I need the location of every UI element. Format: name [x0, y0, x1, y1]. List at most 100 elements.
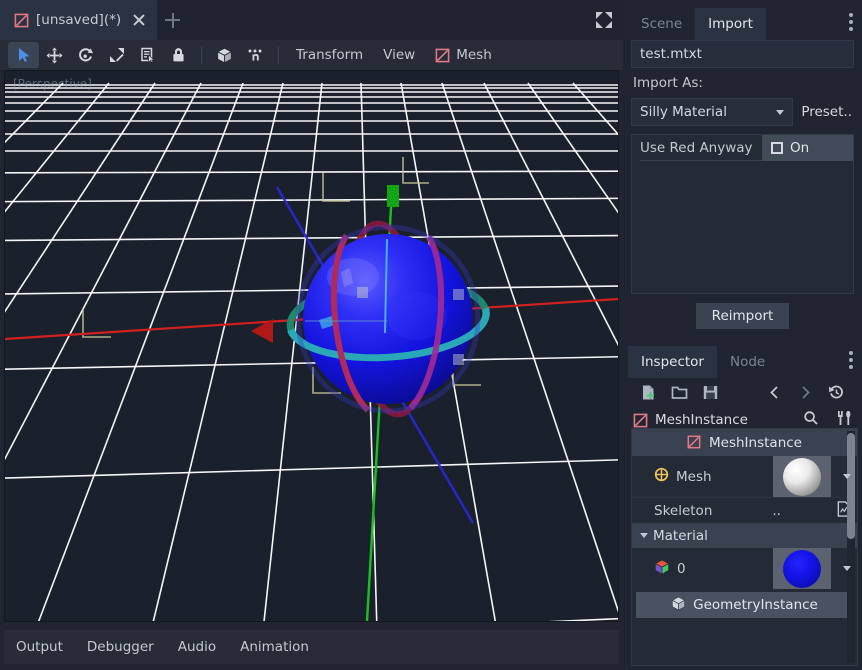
- tab-inspector[interactable]: Inspector: [628, 346, 717, 378]
- list-select-button[interactable]: [132, 42, 163, 68]
- mesh-resource-icon: [654, 467, 669, 486]
- viewport-perspective-label: [Perspective]: [13, 77, 92, 91]
- importer-dropdown[interactable]: Silly Material: [631, 98, 793, 126]
- chevron-down-icon: [640, 533, 648, 538]
- bottom-panel-bar: Output Debugger Audio Animation: [4, 630, 619, 664]
- importer-row: Silly Material Preset..: [631, 98, 854, 126]
- inspector-category-label: MeshInstance: [709, 435, 802, 451]
- tab-import-label: Import: [708, 16, 753, 32]
- animation-panel-button[interactable]: Animation: [240, 639, 309, 655]
- save-icon[interactable]: [695, 380, 726, 404]
- rotate-mode-button[interactable]: [70, 42, 101, 68]
- more-options-icon[interactable]: [849, 13, 853, 34]
- reimport-row: Reimport: [631, 303, 854, 329]
- history-icon[interactable]: [821, 380, 852, 404]
- material-section-header[interactable]: Material: [632, 523, 857, 548]
- cube-icon: [671, 596, 686, 615]
- mesh-node-icon: [687, 435, 702, 450]
- mesh-property-row: Mesh: [632, 456, 857, 497]
- material-preview[interactable]: [773, 548, 831, 589]
- import-file-name-field[interactable]: test.mtxt: [631, 40, 854, 68]
- close-icon[interactable]: [131, 12, 147, 28]
- chevron-left-icon[interactable]: [759, 380, 790, 404]
- search-icon[interactable]: [803, 410, 819, 430]
- import-file-name: test.mtxt: [640, 46, 702, 62]
- plus-icon[interactable]: [157, 0, 187, 40]
- inspector-property-list: MeshInstance Mesh: [631, 428, 858, 666]
- blue-sphere-preview: [783, 550, 821, 588]
- mesh-node-icon: [14, 13, 29, 28]
- new-file-icon[interactable]: [633, 380, 664, 404]
- right-dock: Scene Import test.mtxt Import As: Silly …: [623, 0, 862, 670]
- material-slot-menu-button[interactable]: [831, 566, 857, 571]
- geometry-instance-category-header: GeometryInstance: [636, 592, 853, 618]
- skeleton-property-row: Skeleton ..: [632, 497, 857, 523]
- cube-icon[interactable]: [209, 42, 240, 68]
- fullscreen-icon[interactable]: [595, 11, 613, 29]
- 3d-viewport[interactable]: [Perspective]: [4, 70, 619, 622]
- scene-tab-label: [unsaved](*): [36, 12, 121, 28]
- inspector-toolbar: [623, 378, 862, 406]
- chevron-down-icon: [776, 110, 784, 115]
- import-as-label: Import As:: [633, 75, 854, 91]
- chevron-right-icon[interactable]: [790, 380, 821, 404]
- inspector-object-name: MeshInstance: [655, 412, 796, 428]
- material-section-label: Material: [653, 528, 708, 544]
- material-slot-row: 0: [632, 548, 857, 589]
- editor-main-area: [unsaved](*): [0, 0, 623, 670]
- spatial-editor-toolbar: Transform View Mesh: [0, 40, 623, 70]
- material-icon: [654, 559, 670, 579]
- import-panel: test.mtxt Import As: Silly Material Pres…: [631, 40, 854, 329]
- scene-tab-bar: [unsaved](*): [0, 0, 623, 40]
- output-panel-button[interactable]: Output: [16, 639, 63, 655]
- mesh-menu[interactable]: Mesh: [425, 42, 502, 68]
- tab-scene-label: Scene: [641, 16, 682, 32]
- mesh-node-icon: [435, 48, 450, 63]
- lock-icon[interactable]: [163, 42, 194, 68]
- import-dock-tabs: Scene Import: [623, 0, 862, 40]
- toolbar-separator: [201, 46, 202, 64]
- inspector-dock-tabs: Inspector Node: [623, 338, 862, 378]
- chevron-down-icon: [843, 474, 851, 479]
- use-red-anyway-label: Use Red Anyway: [640, 135, 762, 161]
- view-menu[interactable]: View: [373, 42, 425, 68]
- use-red-anyway-toggle[interactable]: On: [762, 135, 853, 161]
- snap-icon[interactable]: [240, 42, 271, 68]
- view-menu-label: View: [383, 47, 415, 63]
- more-options-icon[interactable]: [849, 351, 853, 372]
- tab-node[interactable]: Node: [717, 346, 778, 378]
- material-slot-label-group: 0: [632, 559, 773, 579]
- godot-editor-window: [unsaved](*): [0, 0, 862, 670]
- reimport-button[interactable]: Reimport: [696, 303, 790, 329]
- mesh-node-icon: [633, 413, 648, 428]
- scene-tab-unsaved[interactable]: [unsaved](*): [0, 0, 157, 40]
- debugger-panel-button[interactable]: Debugger: [87, 639, 154, 655]
- checkbox-icon: [771, 142, 783, 154]
- mesh-property-label: Mesh: [676, 469, 712, 485]
- tab-scene[interactable]: Scene: [628, 8, 695, 40]
- geometry-instance-label: GeometryInstance: [693, 597, 818, 613]
- chevron-down-icon: [843, 566, 851, 571]
- tab-node-label: Node: [730, 354, 765, 370]
- transform-menu[interactable]: Transform: [286, 42, 373, 68]
- material-slot-index: 0: [677, 561, 686, 577]
- use-red-anyway-value: On: [790, 140, 809, 156]
- mesh-menu-label: Mesh: [456, 47, 492, 63]
- mesh-preview[interactable]: [773, 456, 831, 497]
- mesh-property-label-group: Mesh: [632, 467, 773, 486]
- folder-icon[interactable]: [664, 380, 695, 404]
- tools-icon[interactable]: [836, 410, 852, 430]
- skeleton-property-value[interactable]: ..: [772, 503, 836, 519]
- audio-panel-button[interactable]: Audio: [178, 639, 216, 655]
- tab-import[interactable]: Import: [695, 8, 766, 40]
- move-mode-button[interactable]: [39, 42, 70, 68]
- import-options-list: Use Red Anyway On: [631, 134, 854, 294]
- toolbar-separator-2: [278, 46, 279, 64]
- transform-menu-label: Transform: [296, 47, 363, 63]
- preset-button[interactable]: Preset..: [801, 104, 854, 120]
- scale-mode-button[interactable]: [101, 42, 132, 68]
- inspector-dock: Inspector Node: [623, 338, 862, 670]
- select-mode-button[interactable]: [8, 42, 39, 68]
- mesh-property-menu-button[interactable]: [831, 474, 857, 479]
- white-sphere-preview: [783, 458, 821, 496]
